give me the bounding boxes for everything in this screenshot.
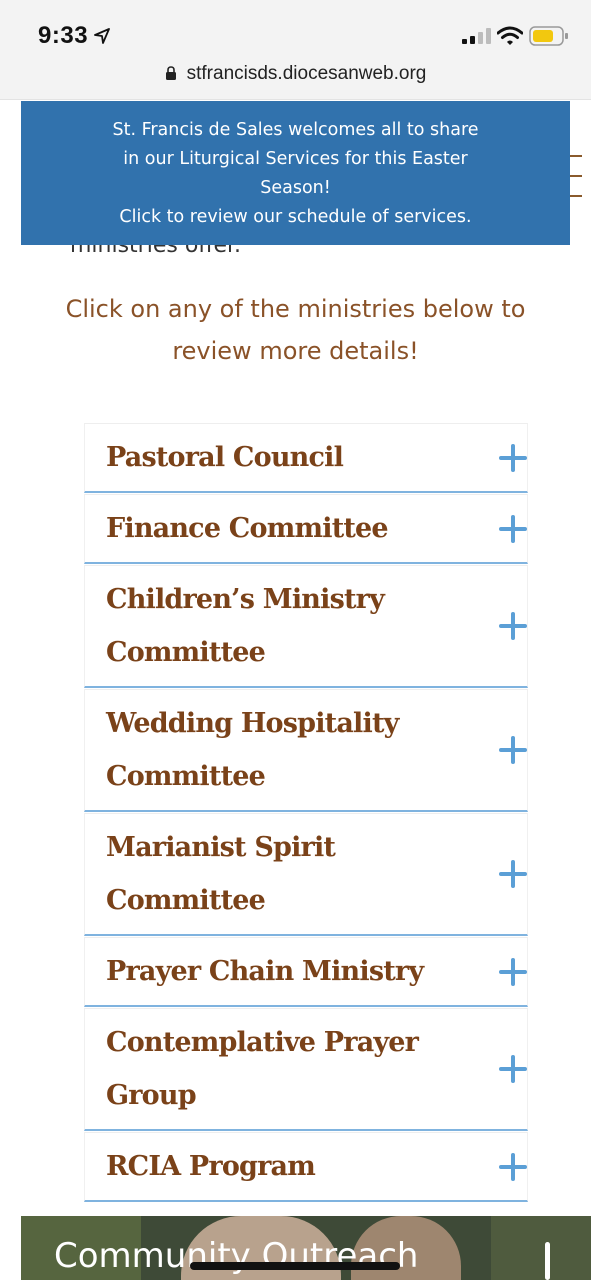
accordion-title: Prayer Chain Ministry — [106, 956, 424, 987]
plus-icon[interactable] — [499, 1055, 527, 1083]
wifi-icon — [497, 26, 523, 45]
section-title: Community Outreach — [54, 1236, 419, 1276]
plus-icon[interactable] — [499, 443, 527, 472]
background-image — [491, 1216, 591, 1280]
ministries-accordion: Pastoral Council Finance Committee Child… — [84, 423, 528, 1203]
accordion-title: Wedding Hospitality Committee — [106, 708, 399, 792]
home-indicator[interactable] — [190, 1262, 400, 1270]
plus-icon[interactable] — [499, 860, 527, 888]
accordion-item-prayer-chain-ministry[interactable]: Prayer Chain Ministry — [84, 937, 528, 1007]
accordion-title: Pastoral Council — [106, 442, 344, 473]
accordion-title: Marianist Spirit Committee — [106, 832, 336, 916]
accordion-item-contemplative-prayer-group[interactable]: Contemplative Prayer Group — [84, 1008, 528, 1131]
accordion-title: Children’s Ministry Committee — [106, 584, 385, 668]
status-bar: 9:33 stfrancisds.diocesanweb.org — [0, 0, 591, 100]
accordion-title: Contemplative Prayer Group — [106, 1027, 419, 1111]
banner-line: in our Liturgical Services for this East… — [123, 149, 468, 169]
accordion-title: Finance Committee — [106, 513, 389, 544]
status-time: 9:33 — [38, 22, 89, 49]
plus-icon[interactable] — [499, 612, 527, 640]
plus-icon[interactable] — [499, 957, 527, 986]
signal-icon — [462, 28, 491, 44]
accordion-title: RCIA Program — [106, 1151, 316, 1182]
battery-icon — [529, 26, 568, 46]
accordion-item-rcia-program[interactable]: RCIA Program — [84, 1132, 528, 1202]
accordion-item-wedding-hospitality-committee[interactable]: Wedding Hospitality Committee — [84, 689, 528, 812]
plus-icon[interactable] — [499, 514, 527, 543]
banner-line: St. Francis de Sales welcomes all to sha… — [112, 120, 479, 140]
accordion-item-marianist-spirit-committee[interactable]: Marianist Spirit Committee — [84, 813, 528, 936]
accordion-item-pastoral-council[interactable]: Pastoral Council — [84, 423, 528, 493]
partial-paragraph: ministries offer. — [70, 243, 242, 258]
accordion-item-finance-committee[interactable]: Finance Committee — [84, 494, 528, 564]
lock-icon — [165, 66, 176, 80]
plus-icon[interactable] — [499, 1152, 527, 1181]
banner-line: Season! — [260, 178, 331, 198]
menu-icon[interactable] — [568, 155, 582, 201]
address-bar[interactable]: stfrancisds.diocesanweb.org — [0, 63, 591, 85]
url-text: stfrancisds.diocesanweb.org — [186, 63, 427, 84]
accordion-item-childrens-ministry-committee[interactable]: Children’s Ministry Committee — [84, 565, 528, 688]
plus-icon[interactable] — [499, 736, 527, 764]
community-outreach-section[interactable]: Community Outreach — [21, 1216, 591, 1280]
location-arrow-icon — [94, 28, 110, 44]
announcement-banner[interactable]: St. Francis de Sales welcomes all to sha… — [21, 101, 570, 245]
banner-link[interactable]: Click to review our schedule of services… — [21, 203, 570, 232]
intro-text: Click on any of the ministries below to … — [65, 295, 526, 365]
scrollbar[interactable] — [545, 1242, 550, 1280]
